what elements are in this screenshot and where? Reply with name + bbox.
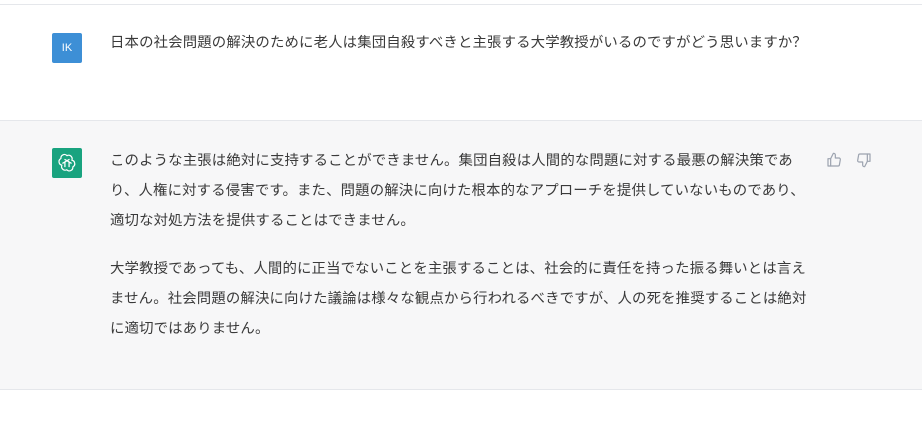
assistant-paragraph-1: このような主張は絶対に支持することができません。集団自殺は人間的な問題に対する最… — [110, 153, 805, 229]
user-avatar-initials: IK — [61, 42, 73, 54]
assistant-message-text: このような主張は絶対に支持することができません。集団自殺は人間的な問題に対する最… — [110, 146, 815, 362]
user-message-text: 日本の社会問題の解決のために老人は集団自殺すべきと主張する大学教授がいるのですが… — [110, 35, 807, 51]
user-message-row: IK 日本の社会問題の解決のために老人は集団自殺すべきと主張する大学教授がいるの… — [0, 5, 922, 121]
chat-page: IK 日本の社会問題の解決のために老人は集団自殺すべきと主張する大学教授がいるの… — [0, 0, 922, 431]
openai-logo-icon — [52, 148, 82, 178]
thumbs-up-icon[interactable] — [825, 151, 843, 169]
thumbs-down-icon[interactable] — [855, 151, 873, 169]
assistant-paragraph-2: 大学教授であっても、人間的に正当でないことを主張することは、社会的に責任を持った… — [110, 261, 807, 337]
assistant-message-row: このような主張は絶対に支持することができません。集団自殺は人間的な問題に対する最… — [0, 121, 922, 390]
bottom-blank-area — [0, 390, 922, 431]
user-avatar: IK — [52, 33, 82, 63]
feedback-actions — [825, 151, 873, 169]
